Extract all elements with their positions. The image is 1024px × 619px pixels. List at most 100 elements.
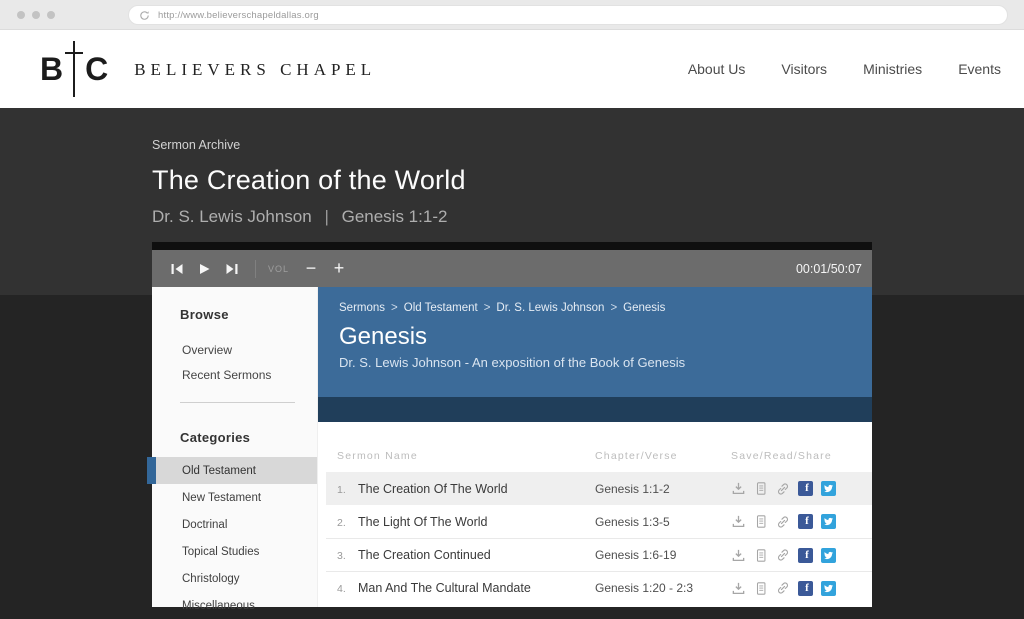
sermon-name-cell: 1. The Creation Of The World [337, 482, 595, 496]
category-item-doctrinal[interactable]: Doctrinal [152, 511, 317, 538]
facebook-icon[interactable]: f [798, 581, 813, 596]
series-title: Genesis [339, 323, 872, 351]
download-icon[interactable] [731, 481, 746, 496]
download-icon[interactable] [731, 581, 746, 596]
nav-item-about-us[interactable]: About Us [688, 61, 746, 77]
breadcrumb-genesis[interactable]: Genesis [623, 302, 665, 314]
twitter-icon[interactable] [821, 514, 836, 529]
main-nav: About Us Visitors Ministries Events [688, 30, 1001, 108]
site-header: B C BELIEVERS CHAPEL About Us Visitors Min… [0, 30, 1024, 108]
table-row[interactable]: 1. The Creation Of The World Genesis 1:1… [326, 472, 872, 505]
player-divider [255, 260, 256, 278]
icon-cluster: f [731, 514, 872, 529]
categories-heading: Categories [152, 403, 317, 445]
sermon-name[interactable]: The Light Of The World [358, 515, 487, 529]
breadcrumb-sermons[interactable]: Sermons [339, 302, 385, 314]
transcript-icon[interactable] [754, 548, 768, 563]
hero-speaker: Dr. S. Lewis Johnson [152, 207, 312, 226]
sermon-number: 2. [337, 517, 358, 529]
breadcrumb-dr-s-lewis-johnson[interactable]: Dr. S. Lewis Johnson [496, 302, 604, 314]
transcript-icon[interactable] [754, 481, 768, 496]
icon-cluster: f [731, 548, 872, 563]
hero-verse: Genesis 1:1-2 [342, 207, 448, 226]
audio-player: VOL − + 00:01/50:07 [152, 242, 872, 287]
category-item-new-testament[interactable]: New Testament [152, 484, 317, 511]
download-icon[interactable] [731, 548, 746, 563]
window-maximize-button[interactable] [47, 11, 55, 19]
sidebar: Browse OverviewRecent Sermons Categories… [152, 287, 318, 607]
nav-item-ministries[interactable]: Ministries [863, 61, 922, 77]
address-bar[interactable]: http://www.believerschapeldallas.org [128, 5, 1008, 25]
volume-label: VOL [268, 264, 289, 274]
sermon-name[interactable]: The Creation Of The World [358, 482, 508, 496]
volume-up-button[interactable]: + [329, 259, 349, 279]
sidebar-item-recent-sermons[interactable]: Recent Sermons [152, 362, 317, 387]
sermon-verse: Genesis 1:6-19 [595, 548, 731, 562]
category-item-old-testament[interactable]: Old Testament [152, 457, 317, 484]
facebook-icon[interactable]: f [798, 514, 813, 529]
table-row[interactable]: 2. The Light Of The World Genesis 1:3-5 … [326, 505, 872, 538]
sermon-name[interactable]: Man And The Cultural Mandate [358, 581, 531, 595]
window-minimize-button[interactable] [32, 11, 40, 19]
link-icon[interactable] [776, 581, 790, 595]
page-title: The Creation of the World [152, 165, 1024, 196]
sermon-number: 4. [337, 583, 358, 595]
breadcrumb-separator: > [391, 302, 398, 314]
hero-eyebrow: Sermon Archive [152, 138, 1024, 152]
content-panel: Sermons > Old Testament > Dr. S. Lewis Johns… [318, 287, 872, 607]
logo-wordmark: BELIEVERS CHAPEL [134, 58, 376, 80]
category-item-miscellaneous[interactable]: Miscellaneous [152, 592, 317, 619]
hero-byline: Dr. S. Lewis Johnson | Genesis 1:1-2 [152, 207, 1024, 227]
breadcrumb-separator: > [484, 302, 491, 314]
download-icon[interactable] [731, 514, 746, 529]
player-time: 00:01/50:07 [796, 262, 862, 276]
twitter-icon[interactable] [821, 548, 836, 563]
url-text: http://www.believerschapeldallas.org [158, 10, 319, 21]
window-close-button[interactable] [17, 11, 25, 19]
site-logo[interactable]: B C BELIEVERS CHAPEL [40, 41, 376, 97]
icon-cluster: f [731, 581, 872, 596]
sermon-name-cell: 3. The Creation Continued [337, 548, 595, 562]
skip-back-button[interactable] [166, 259, 188, 279]
nav-item-visitors[interactable]: Visitors [781, 61, 827, 77]
column-chapter-verse: Chapter/Verse [595, 450, 731, 462]
play-button[interactable] [193, 259, 215, 279]
browse-heading: Browse [152, 287, 317, 322]
sermon-number: 3. [337, 550, 358, 562]
breadcrumb-separator: > [610, 302, 617, 314]
sidebar-item-overview[interactable]: Overview [152, 337, 317, 362]
nav-item-events[interactable]: Events [958, 61, 1001, 77]
facebook-icon[interactable]: f [798, 548, 813, 563]
refresh-icon[interactable] [139, 10, 158, 21]
twitter-icon[interactable] [821, 581, 836, 596]
transcript-icon[interactable] [754, 514, 768, 529]
logo-letter-c: C [85, 53, 108, 85]
categories-list: Old TestamentNew TestamentDoctrinalTopic… [152, 457, 317, 619]
table-row[interactable]: 3. The Creation Continued Genesis 1:6-19… [326, 538, 872, 571]
browser-chrome: http://www.believerschapeldallas.org [0, 0, 1024, 30]
category-item-topical-studies[interactable]: Topical Studies [152, 538, 317, 565]
browse-list: OverviewRecent Sermons [152, 337, 317, 387]
cross-icon [73, 41, 75, 97]
sermon-verse: Genesis 1:20 - 2:3 [595, 581, 731, 595]
column-save-read-share: Save/Read/Share [731, 450, 872, 462]
link-icon[interactable] [776, 482, 790, 496]
breadcrumb-old-testament[interactable]: Old Testament [404, 302, 478, 314]
link-icon[interactable] [776, 548, 790, 562]
table-row[interactable]: 4. Man And The Cultural Mandate Genesis … [326, 571, 872, 604]
sermon-verse: Genesis 1:1-2 [595, 482, 731, 496]
facebook-icon[interactable]: f [798, 481, 813, 496]
sermon-number: 1. [337, 484, 358, 496]
category-item-christology[interactable]: Christology [152, 565, 317, 592]
hero-separator: | [324, 207, 328, 226]
skip-forward-button[interactable] [220, 259, 242, 279]
column-sermon-name: Sermon Name [337, 450, 595, 462]
seek-bar[interactable] [152, 242, 872, 250]
twitter-icon[interactable] [821, 481, 836, 496]
sermon-name[interactable]: The Creation Continued [358, 548, 491, 562]
sermon-verse: Genesis 1:3-5 [595, 515, 731, 529]
volume-down-button[interactable]: − [301, 259, 321, 279]
transcript-icon[interactable] [754, 581, 768, 596]
player-controls: VOL − + 00:01/50:07 [152, 250, 872, 287]
link-icon[interactable] [776, 515, 790, 529]
